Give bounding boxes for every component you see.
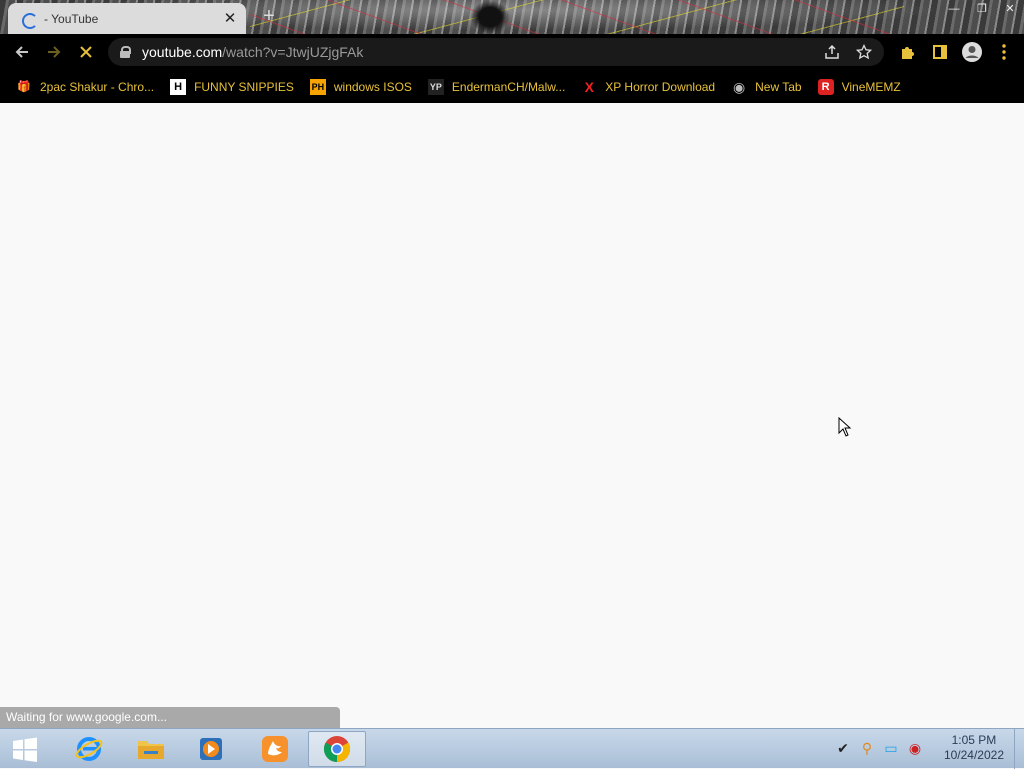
profile-button[interactable] [956,36,988,68]
status-bubble: Waiting for www.google.com... [0,707,340,728]
media-player-icon [200,738,222,760]
tray-search-icon[interactable]: ⚲ [858,739,876,757]
x-logo-icon: X [584,78,594,95]
uc-browser-icon [262,736,288,762]
kebab-menu-icon [1002,44,1006,60]
mouse-cursor-icon [838,417,852,437]
taskbar-chrome[interactable] [308,731,366,767]
url-text[interactable]: youtube.com/watch?v=JtwjUZjgFAk [142,44,363,60]
bookmark-label: 2pac Shakur - Chro... [40,79,155,94]
share-button[interactable] [816,36,848,68]
tab-title: - YouTube [44,11,99,26]
bookmark-label: EndermanCH/Malw... [451,79,566,94]
gift-icon: 🎁 [17,80,31,93]
minimize-button[interactable]: — [940,0,968,18]
bookmark-label: New Tab [755,79,802,94]
bookmark-new-tab[interactable]: ◉ New Tab [725,74,807,100]
taskbar: ✔ ⚲ ▭ ◉ 1:05 PM 10/24/2022 [0,728,1024,769]
window-close-button[interactable]: ✕ [996,0,1024,18]
bookmark-vinememz[interactable]: R VineMEMZ [812,74,907,100]
back-arrow-icon [15,46,28,58]
taskbar-file-explorer[interactable] [122,731,180,767]
loading-favicon-icon [20,11,38,29]
restore-button[interactable]: ❐ [968,0,996,18]
tab-close-icon[interactable]: ✕ [220,9,240,29]
bookmarks-bar: 🎁 2pac Shakur - Chro... H FUNNY SNIPPIES… [0,70,1024,103]
side-panel-button[interactable] [924,36,956,68]
internet-explorer-icon [75,737,103,761]
folder-icon [138,741,164,759]
share-icon [825,44,839,59]
taskbar-media-player[interactable] [182,731,240,767]
url-path: /watch?v=JtwjUZjgFAk [222,44,364,60]
puzzle-icon [902,47,914,59]
stop-button[interactable] [70,36,102,68]
tab-strip: - YouTube ✕ + — ❐ ✕ [0,0,1024,34]
bookmark-label: FUNNY SNIPPIES [194,79,294,94]
bookmark-label: XP Horror Download [605,79,716,94]
taskbar-uc-browser[interactable] [246,731,304,767]
tab-youtube[interactable]: - YouTube ✕ [8,3,246,34]
lock-icon[interactable] [120,46,131,58]
back-button[interactable] [6,36,38,68]
r-logo-icon: R [817,78,834,95]
forward-arrow-icon [48,46,61,58]
window-controls: — ❐ ✕ [940,0,1024,18]
tray-record-icon[interactable]: ◉ [906,739,924,757]
ph-logo-icon: PH [309,78,326,95]
bookmark-label: VineMEMZ [841,79,901,94]
browser-toolbar: youtube.com/watch?v=JtwjUZjgFAk [0,34,1024,70]
taskbar-clock[interactable]: 1:05 PM 10/24/2022 [944,733,1004,763]
windows-start-icon[interactable] [12,737,38,763]
chrome-icon [323,736,351,763]
star-icon [856,44,872,60]
tray-check-icon[interactable]: ✔ [834,739,852,757]
clock-time: 1:05 PM [951,733,997,747]
page-content[interactable] [0,103,1024,728]
bookmark-funny-snippies[interactable]: H FUNNY SNIPPIES [164,74,300,100]
side-panel-icon [933,45,947,59]
new-tab-button[interactable]: + [258,6,280,28]
stop-icon [80,46,92,58]
show-desktop-button[interactable] [1014,729,1024,769]
extensions-button[interactable] [892,36,924,68]
bookmark-2pac[interactable]: 🎁 2pac Shakur - Chro... [10,74,160,100]
system-tray: ✔ ⚲ ▭ ◉ [834,739,924,757]
avatar-icon [962,42,982,62]
h-logo-icon: H [170,78,187,95]
tray-monitor-icon[interactable]: ▭ [882,739,900,757]
yp-logo-icon: YP [427,78,444,95]
url-host: youtube.com [142,44,223,60]
menu-button[interactable] [988,36,1020,68]
clock-date: 10/24/2022 [943,748,1004,762]
bookmark-endermanch[interactable]: YP EndermanCH/Malw... [422,74,571,100]
bookmark-label: windows ISOS [333,79,412,94]
address-bar[interactable]: youtube.com/watch?v=JtwjUZjgFAk [108,38,884,66]
forward-button[interactable] [38,36,70,68]
taskbar-internet-explorer[interactable] [60,731,118,767]
bookmark-xp-horror[interactable]: X XP Horror Download [575,74,721,100]
bookmark-windows-isos[interactable]: PH windows ISOS [304,74,418,100]
bookmark-star-button[interactable] [848,36,880,68]
globe-icon: ◉ [733,78,746,95]
